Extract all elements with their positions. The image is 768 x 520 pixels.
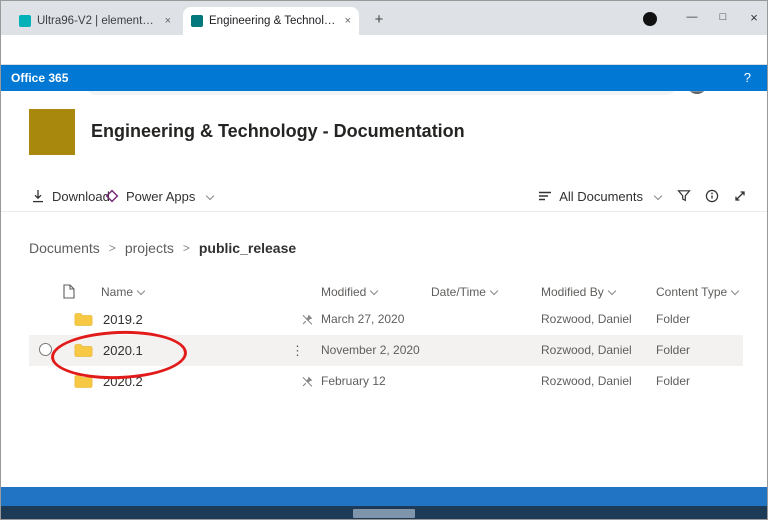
folder-icon xyxy=(74,374,93,405)
row-actions-icon[interactable]: ⋮ xyxy=(291,335,304,366)
unpin-indicator-icon xyxy=(301,375,314,406)
breadcrumb-documents[interactable]: Documents xyxy=(29,240,100,256)
chevron-down-icon xyxy=(654,192,662,200)
breadcrumb-separator: > xyxy=(183,241,190,255)
site-title: Engineering & Technology - Documentation xyxy=(91,121,465,142)
maximize-button[interactable]: □ xyxy=(708,1,738,34)
chevron-down-icon xyxy=(490,287,498,295)
file-type-column-icon[interactable] xyxy=(63,284,75,299)
column-header-name[interactable]: Name xyxy=(101,277,144,307)
browser-tab-sharepoint[interactable]: Engineering & Technology - Doc × xyxy=(183,7,359,35)
content-type-cell: Folder xyxy=(656,335,690,366)
browser-window: Ultra96-V2 | element14 | ZedBoa × Engine… xyxy=(0,0,768,520)
breadcrumb: Documents > projects > public_release xyxy=(29,237,296,259)
browser-tab-element14[interactable]: Ultra96-V2 | element14 | ZedBoa × xyxy=(11,7,179,35)
office365-suite-bar: Office 365 ? xyxy=(1,65,767,91)
info-icon[interactable] xyxy=(705,189,719,203)
breadcrumb-separator: > xyxy=(109,241,116,255)
modified-cell: November 2, 2020 xyxy=(321,335,420,366)
column-header-datetime[interactable]: Date/Time xyxy=(431,277,497,307)
view-list-icon xyxy=(538,189,552,203)
browser-titlebar: Ultra96-V2 | element14 | ZedBoa × Engine… xyxy=(1,1,767,35)
download-label: Download xyxy=(52,189,110,204)
view-label: All Documents xyxy=(559,189,643,204)
new-tab-button[interactable]: + xyxy=(369,10,389,30)
chevron-down-icon xyxy=(370,287,378,295)
row-select-radio[interactable] xyxy=(39,343,52,356)
download-icon xyxy=(31,189,45,203)
sharepoint-favicon-icon xyxy=(191,15,203,27)
browser-extension-icon[interactable] xyxy=(643,12,657,26)
element14-favicon-icon xyxy=(19,15,31,27)
chevron-down-icon xyxy=(607,287,615,295)
chevron-down-icon xyxy=(731,287,739,295)
column-header-content-type[interactable]: Content Type xyxy=(656,277,738,307)
column-header-modified[interactable]: Modified xyxy=(321,277,377,307)
power-apps-icon xyxy=(105,189,119,203)
modified-by-cell: Rozwood, Daniel xyxy=(541,335,632,366)
breadcrumb-current: public_release xyxy=(199,240,296,256)
fullscreen-expand-icon[interactable] xyxy=(733,189,747,203)
tab-title: Ultra96-V2 | element14 | ZedBoa xyxy=(37,15,159,27)
chevron-down-icon xyxy=(137,287,145,295)
view-selector-button[interactable]: All Documents xyxy=(538,183,661,209)
column-header-modified-by[interactable]: Modified By xyxy=(541,277,615,307)
tab-close-icon[interactable]: × xyxy=(165,15,171,27)
help-icon[interactable]: ? xyxy=(744,65,751,91)
footer-bar xyxy=(1,487,767,506)
modified-by-cell: Rozwood, Daniel xyxy=(541,304,632,335)
modified-cell: February 12 xyxy=(321,366,386,397)
breadcrumb-projects[interactable]: projects xyxy=(125,240,174,256)
content-type-cell: Folder xyxy=(656,304,690,335)
filter-icon[interactable] xyxy=(677,189,691,203)
tab-close-icon[interactable]: × xyxy=(345,15,351,27)
divider xyxy=(1,211,767,212)
office365-brand[interactable]: Office 365 xyxy=(11,65,68,91)
power-apps-button[interactable]: Power Apps xyxy=(105,183,213,209)
browser-navbar: ← → ↻ avtinc.sharepoint.com/teams/ET-Dow… xyxy=(1,35,767,65)
modified-cell: March 27, 2020 xyxy=(321,304,404,335)
chevron-down-icon xyxy=(206,192,214,200)
taskbar-item xyxy=(353,509,415,518)
close-button[interactable]: × xyxy=(739,1,768,34)
download-button[interactable]: Download xyxy=(31,183,110,209)
power-apps-label: Power Apps xyxy=(126,189,195,204)
modified-by-cell: Rozwood, Daniel xyxy=(541,366,632,397)
tab-title: Engineering & Technology - Doc xyxy=(209,15,339,27)
content-type-cell: Folder xyxy=(656,366,690,397)
site-logo[interactable] xyxy=(29,109,75,155)
minimize-button[interactable]: — xyxy=(677,1,707,34)
